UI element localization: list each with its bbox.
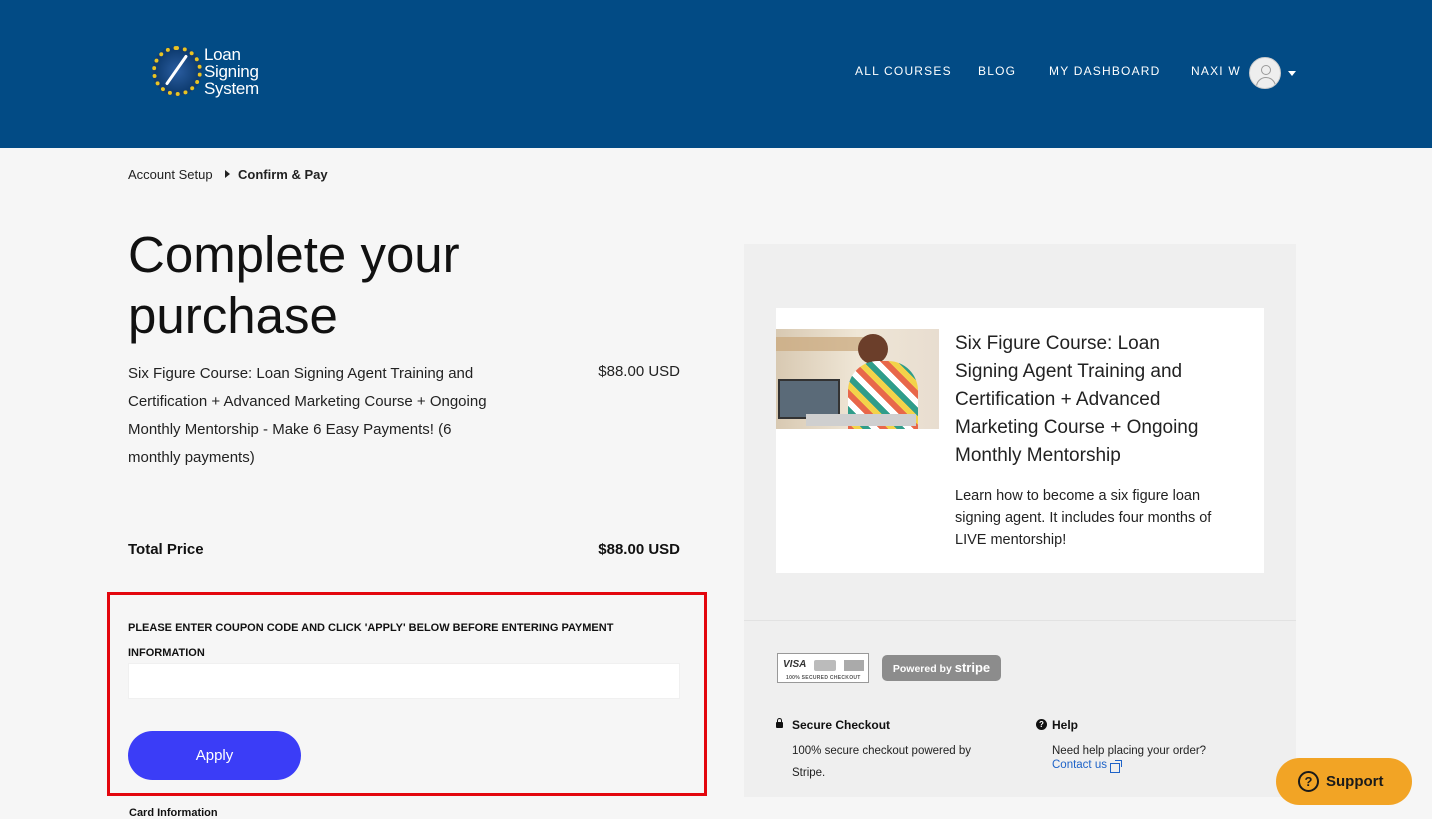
nav-blog[interactable]: BLOG: [978, 64, 1016, 78]
help-icon: ?: [1036, 719, 1047, 730]
help-heading: Help: [1052, 718, 1079, 732]
order-item-price: $88.00 USD: [598, 363, 680, 380]
course-title: Six Figure Course: Loan Signing Agent Tr…: [955, 333, 1199, 466]
user-menu-name[interactable]: NAXI W: [1191, 64, 1241, 78]
breadcrumb-confirm-pay: Confirm & Pay: [238, 167, 328, 182]
nav-my-dashboard[interactable]: MY DASHBOARD: [1049, 64, 1161, 78]
powered-by-stripe-badge: Powered by stripe: [882, 655, 1001, 681]
user-avatar-icon[interactable]: [1249, 57, 1281, 89]
logo-text: Loan Signing System: [204, 45, 259, 98]
coupon-code-input[interactable]: [128, 663, 680, 699]
divider: [744, 620, 1296, 621]
order-item-name: Six Figure Course: Loan Signing Agent Tr…: [128, 365, 487, 466]
nav-all-courses[interactable]: ALL COURSES: [855, 64, 952, 78]
logo[interactable]: Loan Signing System: [152, 44, 272, 100]
secured-checkout-badge: VISA 100% SECURED CHECKOUT: [777, 653, 869, 683]
chevron-down-icon[interactable]: [1288, 71, 1296, 76]
secure-checkout-heading: Secure Checkout: [792, 718, 891, 732]
course-image: [776, 329, 939, 429]
total-price-label: Total Price: [128, 541, 204, 558]
page-title: Complete your purchase: [128, 226, 460, 344]
coupon-label: PLEASE ENTER COUPON CODE AND CLICK 'APPL…: [128, 622, 614, 659]
question-icon: ?: [1298, 771, 1319, 792]
total-price-value: $88.00 USD: [598, 541, 680, 558]
secure-checkout-text: 100% secure checkout powered by Stripe.: [792, 745, 971, 779]
course-description: Learn how to become a six figure loan si…: [955, 488, 1212, 548]
chevron-right-icon: [225, 170, 230, 178]
breadcrumb-account-setup[interactable]: Account Setup: [128, 167, 213, 182]
external-link-icon[interactable]: [1110, 760, 1122, 773]
apply-coupon-button[interactable]: Apply: [128, 731, 301, 780]
card-information-label: Card Information: [129, 807, 218, 819]
support-button[interactable]: ? Support: [1276, 758, 1412, 805]
contact-us-link[interactable]: Contact us: [1052, 759, 1107, 771]
lock-icon: [776, 718, 783, 728]
